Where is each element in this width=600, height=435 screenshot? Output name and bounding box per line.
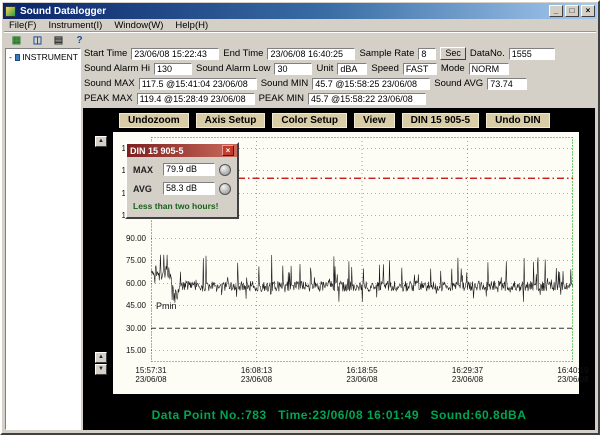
axis-scroll-up2-icon[interactable]: ▲ <box>95 352 107 363</box>
y-tick-label: 30.00 <box>113 317 149 340</box>
maximize-icon[interactable]: □ <box>565 5 579 17</box>
alarm-hi-field: 130 <box>154 63 192 75</box>
mode-field: NORM <box>469 63 509 75</box>
sound-min-label: Sound MIN <box>261 78 309 89</box>
undozoom-button[interactable]: Undozoom <box>119 113 189 128</box>
datano-field: 1555 <box>509 48 555 60</box>
window-title: Sound Datalogger <box>20 6 547 17</box>
x-tick-label: 16:08:1323/06/08 <box>241 366 272 384</box>
mode-label: Mode <box>441 63 465 74</box>
avg-knob-icon <box>219 183 231 195</box>
svg-text:Pmin: Pmin <box>156 301 177 311</box>
alarm-hi-label: Sound Alarm Hi <box>84 63 150 74</box>
print-icon[interactable]: ▤ <box>50 34 67 47</box>
info-row-times: Start Time 23/06/08 15:22:43 End Time 23… <box>84 47 595 60</box>
chart-button-row: Undozoom Axis Setup Color Setup View DIN… <box>119 113 550 128</box>
axis-scroll-down-icon[interactable]: ▼ <box>95 364 107 375</box>
menu-file[interactable]: File(F) <box>9 20 36 31</box>
sample-rate-label: Sample Rate <box>359 48 414 59</box>
din-close-icon[interactable]: × <box>222 145 234 156</box>
start-time-field: 23/06/08 15:22:43 <box>131 48 219 60</box>
sound-avg-field: 73.74 <box>487 78 527 90</box>
status-readout: Data Point No.:783 Time:23/06/08 16:01:4… <box>83 408 595 422</box>
end-time-label: End Time <box>223 48 263 59</box>
menu-help[interactable]: Help(H) <box>175 20 208 31</box>
sec-button[interactable]: Sec <box>440 47 466 60</box>
datano-label: DataNo. <box>470 48 505 59</box>
speed-field: FAST <box>403 63 437 75</box>
title-bar: Sound Datalogger _ □ × <box>3 3 597 19</box>
y-tick-label: 75.00 <box>113 250 149 273</box>
info-row-sound: Sound MAX 117.5 @15:41:04 23/06/08 Sound… <box>84 77 595 90</box>
sound-avg-label: Sound AVG <box>434 78 483 89</box>
export-icon[interactable]: ◫ <box>29 34 46 47</box>
info-row-alarms: Sound Alarm Hi 130 Sound Alarm Low 30 Un… <box>84 62 595 75</box>
sound-min-field: 45.7 @15:58:25 23/06/08 <box>312 78 430 90</box>
app-icon <box>5 6 16 17</box>
peak-max-label: PEAK MAX <box>84 93 133 104</box>
start-time-label: Start Time <box>84 48 127 59</box>
din-dialog-titlebar[interactable]: DIN 15 905-5 × <box>127 144 237 157</box>
y-tick-label: 45.00 <box>113 295 149 318</box>
din-dialog: DIN 15 905-5 × MAX 79.9 dB AVG 58.3 dB L… <box>125 142 239 219</box>
chart-panel: Undozoom Axis Setup Color Setup View DIN… <box>83 108 595 430</box>
tree-item-label: INSTRUMENT <box>22 52 78 62</box>
x-tick-label: 15:57:3123/06/08 <box>135 366 166 384</box>
y-tick-label: 15.00 <box>113 340 149 363</box>
color-setup-button[interactable]: Color Setup <box>272 113 347 128</box>
unit-label: Unit <box>316 63 333 74</box>
x-tick-label: 16:29:3723/06/08 <box>452 366 483 384</box>
din-avg-row: AVG 58.3 dB <box>133 182 232 195</box>
din-avg-label: AVG <box>133 184 159 194</box>
view-button[interactable]: View <box>354 113 395 128</box>
peak-min-field: 45.7 @15:58:22 23/06/08 <box>308 93 426 105</box>
din-dialog-body: MAX 79.9 dB AVG 58.3 dB Less than two ho… <box>127 157 237 217</box>
collapse-icon[interactable]: - <box>8 53 13 62</box>
end-time-field: 23/06/08 16:40:25 <box>267 48 355 60</box>
datalog-icon[interactable]: ▦ <box>8 34 25 47</box>
din-max-label: MAX <box>133 165 159 175</box>
info-panel: Start Time 23/06/08 15:22:43 End Time 23… <box>84 47 595 107</box>
close-icon[interactable]: × <box>581 5 595 17</box>
axis-setup-button[interactable]: Axis Setup <box>196 113 266 128</box>
din-note: Less than two hours! <box>133 201 232 211</box>
alarm-low-field: 30 <box>274 63 312 75</box>
instrument-tree: - INSTRUMENT <box>5 48 81 430</box>
x-axis-labels: 15:57:3123/06/08 16:08:1323/06/08 16:18:… <box>151 366 573 390</box>
info-row-peak: PEAK MAX 119.4 @15:28:49 23/06/08 PEAK M… <box>84 92 595 105</box>
din-button[interactable]: DIN 15 905-5 <box>402 113 479 128</box>
x-tick-label: 16:40:1923/06/08 <box>557 366 588 384</box>
alarm-low-label: Sound Alarm Low <box>196 63 270 74</box>
speed-label: Speed <box>371 63 398 74</box>
din-max-field: 79.9 dB <box>163 163 215 176</box>
unit-field: dBA <box>337 63 367 75</box>
menu-window[interactable]: Window(W) <box>114 20 163 31</box>
x-tick-label: 16:18:5523/06/08 <box>346 366 377 384</box>
help-icon[interactable]: ? <box>71 34 88 47</box>
toolbar: ▦ ◫ ▤ ? <box>4 32 596 47</box>
peak-min-label: PEAK MIN <box>259 93 304 104</box>
y-tick-label: 60.00 <box>113 272 149 295</box>
din-dialog-title: DIN 15 905-5 <box>130 146 222 156</box>
din-avg-field: 58.3 dB <box>163 182 215 195</box>
sample-rate-field: 8 <box>418 48 436 60</box>
app-window: Sound Datalogger _ □ × File(F) Instrumen… <box>0 0 600 435</box>
menu-instrument[interactable]: Instrument(I) <box>48 20 102 31</box>
axis-scroll-up-icon[interactable]: ▲ <box>95 136 107 147</box>
sound-max-label: Sound MAX <box>84 78 135 89</box>
sound-max-field: 117.5 @15:41:04 23/06/08 <box>139 78 257 90</box>
max-knob-icon <box>219 164 231 176</box>
instrument-icon <box>15 54 20 61</box>
menu-bar: File(F) Instrument(I) Window(W) Help(H) <box>4 19 596 32</box>
minimize-icon[interactable]: _ <box>549 5 563 17</box>
peak-max-field: 119.4 @15:28:49 23/06/08 <box>137 93 255 105</box>
undo-din-button[interactable]: Undo DIN <box>486 113 550 128</box>
tree-item-instrument[interactable]: - INSTRUMENT <box>8 52 78 62</box>
din-max-row: MAX 79.9 dB <box>133 163 232 176</box>
y-tick-label: 90.00 <box>113 227 149 250</box>
